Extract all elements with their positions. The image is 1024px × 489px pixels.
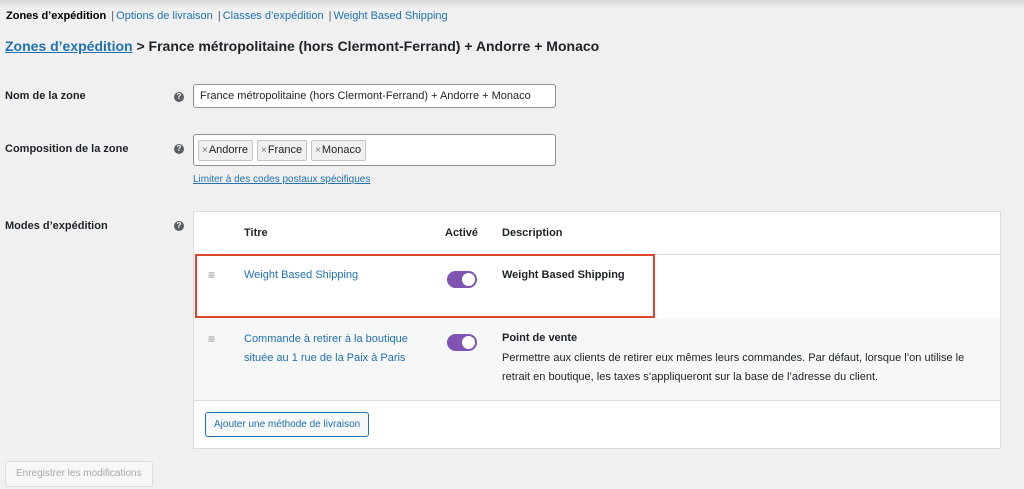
remove-tag-icon[interactable]: × <box>261 145 267 156</box>
column-title: Titre <box>244 227 268 239</box>
drag-handle-icon[interactable]: ≡ <box>208 332 215 346</box>
add-shipping-method-button[interactable]: Ajouter une méthode de livraison <box>205 412 370 437</box>
breadcrumb-current: > France métropolitaine (hors Clermont-F… <box>132 38 600 54</box>
shipping-subnav: Zones d’expédition | Options de livraison… <box>6 10 448 22</box>
remove-tag-icon[interactable]: × <box>202 145 208 156</box>
shipping-methods-label: Modes d’expédition <box>5 220 108 232</box>
highlight-box <box>195 254 655 318</box>
region-tag-france: ×France <box>256 140 308 161</box>
subnav-link-weight-based-shipping[interactable]: Weight Based Shipping <box>334 10 448 22</box>
subnav-link-delivery-options[interactable]: Options de livraison <box>116 10 213 22</box>
help-icon[interactable]: ? <box>174 92 184 102</box>
help-icon[interactable]: ? <box>174 221 184 231</box>
method-enabled-toggle[interactable] <box>447 334 477 351</box>
subnav-link-shipping-classes[interactable]: Classes d’expédition <box>223 10 324 22</box>
region-tag-label: Andorre <box>208 144 248 156</box>
region-tag-monaco: ×Monaco <box>311 140 367 161</box>
save-changes-button[interactable]: Enregistrer les modifications <box>5 461 153 487</box>
method-description-title: Point de vente <box>502 332 578 344</box>
breadcrumb-zones-link[interactable]: Zones d’expédition <box>5 38 133 54</box>
subnav-current-zones: Zones d’expédition <box>6 10 107 22</box>
zone-regions-select[interactable]: ×Andorre ×France ×Monaco <box>193 134 556 166</box>
method-description-text: Permettre aux clients de retirer eux mêm… <box>502 352 965 383</box>
column-enabled: Activé <box>445 227 479 239</box>
remove-tag-icon[interactable]: × <box>315 145 321 156</box>
column-description: Description <box>502 227 563 239</box>
zone-name-label: Nom de la zone <box>5 90 86 102</box>
zone-regions-label: Composition de la zone <box>5 143 129 155</box>
top-shadow <box>0 0 1024 8</box>
region-tag-label: France <box>267 144 303 156</box>
table-header: Titre Activé Description <box>194 212 1000 255</box>
page-title: Zones d’expédition > France métropolitai… <box>5 38 599 54</box>
help-icon[interactable]: ? <box>174 144 184 154</box>
limit-postcodes-link[interactable]: Limiter à des codes postaux spécifiques <box>193 174 370 185</box>
subnav-separator: | <box>328 10 332 22</box>
region-tag-label: Monaco <box>321 144 362 156</box>
region-tag-andorre: ×Andorre <box>198 140 253 161</box>
subnav-separator: | <box>217 10 221 22</box>
subnav-separator: | <box>111 10 115 22</box>
method-title-link[interactable]: Commande à retirer à la boutique située … <box>244 330 429 368</box>
table-row: ≡ Commande à retirer à la boutique situé… <box>194 318 1000 401</box>
zone-name-input[interactable] <box>193 84 556 108</box>
